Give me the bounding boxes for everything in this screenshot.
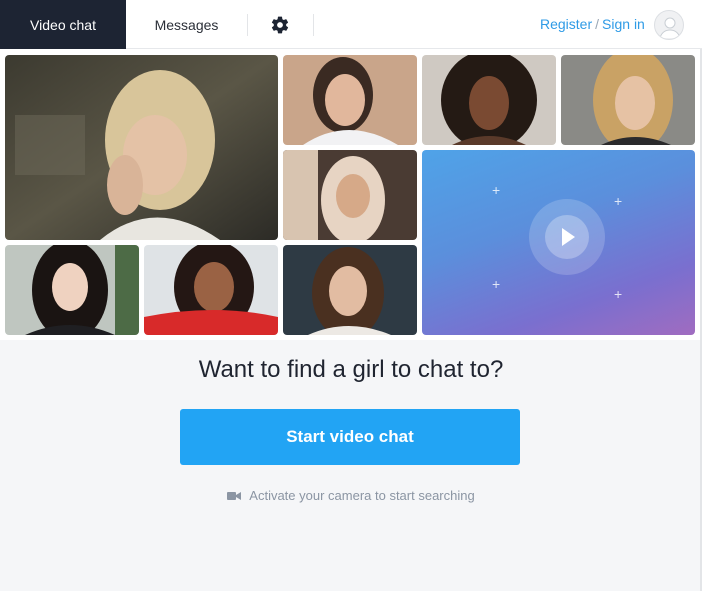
register-link[interactable]: Register: [540, 16, 592, 32]
profile-photo-large[interactable]: [5, 55, 278, 240]
profile-photo[interactable]: [283, 245, 417, 335]
sparkle-icon: +: [614, 193, 623, 209]
profile-photo[interactable]: [283, 55, 417, 145]
nav-divider: [247, 14, 248, 36]
auth-links: Register / Sign in: [540, 16, 645, 32]
signin-link[interactable]: Sign in: [602, 16, 645, 32]
camera-hint-text: Activate your camera to start searching: [249, 488, 475, 503]
video-camera-icon: [227, 491, 242, 500]
profile-photo[interactable]: [283, 150, 417, 240]
sparkle-icon: +: [492, 182, 501, 198]
profile-photo[interactable]: [5, 245, 139, 335]
tab-messages[interactable]: Messages: [126, 0, 247, 49]
user-avatar-icon[interactable]: [654, 10, 684, 40]
play-button-inner: [545, 215, 589, 259]
sparkle-icon: +: [492, 276, 501, 292]
profile-photo[interactable]: [144, 245, 278, 335]
sparkle-icon: +: [614, 286, 623, 302]
tab-video-chat[interactable]: Video chat: [0, 0, 126, 49]
nav-divider: [313, 14, 314, 36]
start-video-chat-button[interactable]: Start video chat: [180, 409, 520, 465]
top-navigation-bar: Video chat Messages Register / Sign in: [0, 0, 702, 49]
play-icon: [562, 228, 575, 246]
camera-hint: Activate your camera to start searching: [0, 488, 702, 503]
play-button[interactable]: [529, 199, 605, 275]
gear-icon[interactable]: [270, 15, 290, 35]
video-promo-tile[interactable]: + + + +: [422, 150, 695, 335]
profile-photo[interactable]: [422, 55, 556, 145]
page-headline: Want to find a girl to chat to?: [198, 356, 504, 383]
auth-separator: /: [595, 16, 600, 32]
profile-photo-grid: + + + +: [0, 49, 702, 340]
profile-photo[interactable]: [561, 55, 695, 145]
